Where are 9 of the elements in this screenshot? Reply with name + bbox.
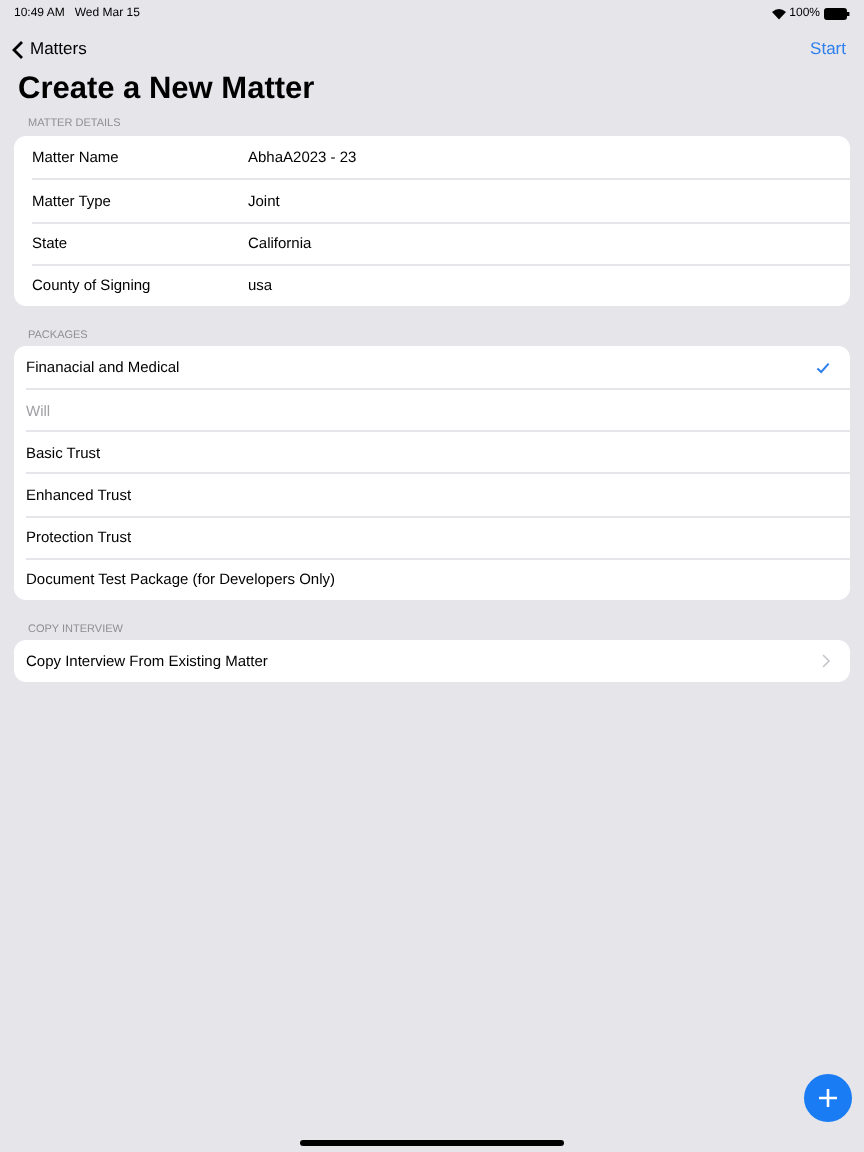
plus-icon — [818, 1088, 838, 1108]
add-button[interactable] — [804, 1074, 852, 1122]
chevron-right-icon — [822, 653, 830, 668]
wifi-icon — [771, 8, 786, 20]
back-button[interactable]: Matters — [12, 36, 87, 62]
chevron-left-icon — [12, 39, 24, 59]
battery-icon — [824, 8, 850, 20]
page-title: Create a New Matter — [16, 70, 317, 110]
checkmark-icon — [816, 361, 830, 374]
